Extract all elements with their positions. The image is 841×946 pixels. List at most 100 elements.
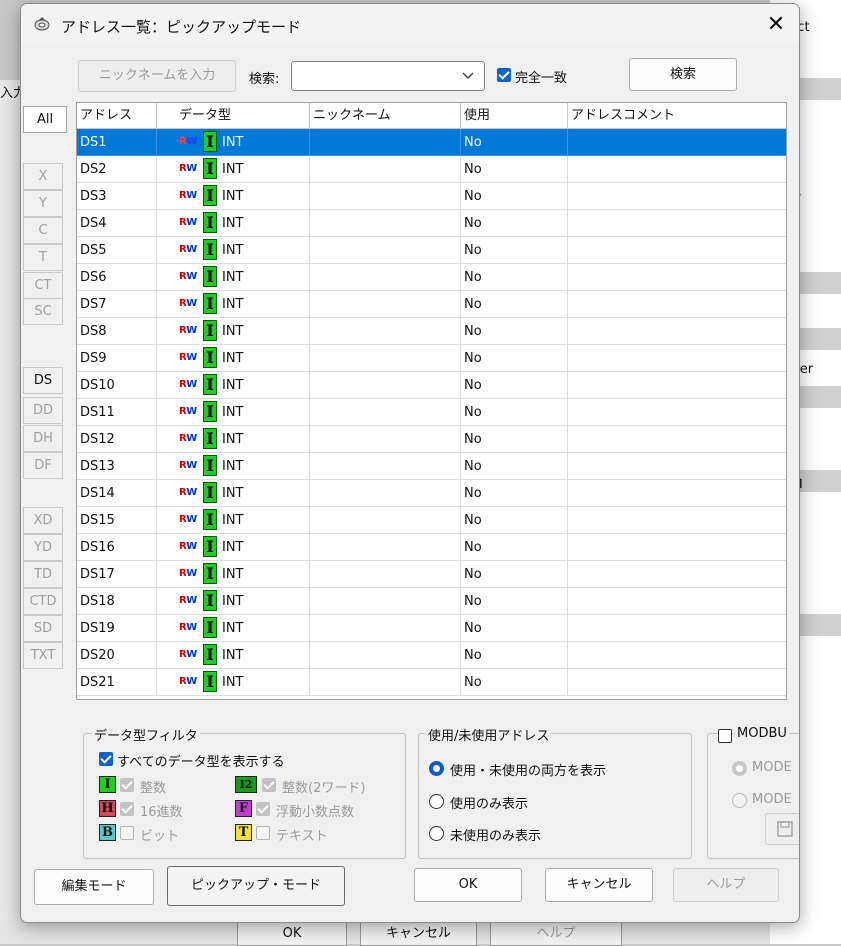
modbus-checkbox[interactable]: [718, 729, 732, 743]
enter-nickname-button[interactable]: ニックネームを入力: [78, 60, 236, 92]
table-row[interactable]: DS20 RW I INT No: [77, 642, 786, 669]
access-badge: RW: [179, 487, 197, 498]
tab-df[interactable]: DF: [23, 452, 63, 479]
cancel-button[interactable]: キャンセル: [545, 868, 653, 902]
type-filter-checkbox[interactable]: [120, 778, 134, 792]
search-combobox[interactable]: [291, 61, 485, 91]
tab-td[interactable]: TD: [23, 561, 63, 588]
chevron-down-icon[interactable]: [462, 72, 474, 80]
show-all-types-checkbox[interactable]: [99, 752, 113, 766]
int-type-icon: I: [203, 401, 217, 422]
table-row[interactable]: DS5 RW I INT No: [77, 237, 786, 264]
table-row[interactable]: DS17 RW I INT No: [77, 561, 786, 588]
modbus-save-button[interactable]: [765, 813, 799, 845]
column-header-comment[interactable]: アドレスコメント: [568, 103, 786, 129]
cell-type-text: INT: [222, 567, 244, 582]
tab-ds[interactable]: DS: [23, 367, 63, 394]
background-cancel-button[interactable]: キャンセル: [360, 922, 477, 946]
help-button[interactable]: ヘルプ: [673, 868, 779, 902]
cell-address: DS15: [77, 507, 157, 534]
cell-type-text: INT: [222, 513, 244, 528]
tab-all[interactable]: All: [23, 106, 67, 133]
cell-address: DS16: [77, 534, 157, 561]
table-row[interactable]: DS4 RW I INT No: [77, 210, 786, 237]
access-write: W: [186, 325, 197, 336]
table-row[interactable]: DS2 RW I INT No: [77, 156, 786, 183]
int-type-icon: I: [203, 644, 217, 665]
tab-dd[interactable]: DD: [23, 397, 63, 424]
table-row[interactable]: DS6 RW I INT No: [77, 264, 786, 291]
tab-sc[interactable]: SC: [23, 298, 63, 325]
column-header-address[interactable]: アドレス: [77, 103, 157, 129]
tab-ct[interactable]: CT: [23, 272, 63, 299]
tab-txt[interactable]: TXT: [23, 642, 63, 669]
close-icon[interactable]: ✕: [761, 12, 791, 38]
cell-used: No: [461, 399, 568, 426]
tab-x[interactable]: X: [23, 163, 63, 190]
radio-show-used[interactable]: [429, 794, 444, 809]
column-header-data-type[interactable]: データ型: [157, 103, 310, 129]
cell-used: No: [461, 318, 568, 345]
tab-yd[interactable]: YD: [23, 534, 63, 561]
cell-comment: [568, 426, 786, 453]
table-row[interactable]: DS9 RW I INT No: [77, 345, 786, 372]
tab-dh[interactable]: DH: [23, 425, 63, 452]
cell-used: No: [461, 669, 568, 696]
background-ok-button[interactable]: OK: [237, 922, 347, 946]
table-row[interactable]: DS10 RW I INT No: [77, 372, 786, 399]
tab-t[interactable]: T: [23, 244, 63, 271]
edit-mode-button[interactable]: 編集モード: [34, 869, 154, 905]
type-filter-checkbox[interactable]: [120, 802, 134, 816]
cell-comment: [568, 291, 786, 318]
tab-ctd[interactable]: CTD: [23, 588, 63, 615]
table-row[interactable]: DS14 RW I INT No: [77, 480, 786, 507]
table-row[interactable]: DS19 RW I INT No: [77, 615, 786, 642]
modbus-radio-1[interactable]: [732, 761, 747, 776]
table-row[interactable]: DS13 RW I INT No: [77, 453, 786, 480]
cell-used: No: [461, 507, 568, 534]
modbus-radio-2[interactable]: [732, 793, 747, 808]
tab-y[interactable]: Y: [23, 190, 63, 217]
type-filter-label: テキスト: [276, 829, 328, 844]
table-row[interactable]: DS21 RW I INT No: [77, 669, 786, 696]
table-row[interactable]: DS8 RW I INT No: [77, 318, 786, 345]
column-header-used[interactable]: 使用: [461, 103, 568, 129]
table-row[interactable]: DS16 RW I INT No: [77, 534, 786, 561]
tab-sd[interactable]: SD: [23, 615, 63, 642]
tab-xd[interactable]: XD: [23, 507, 63, 534]
type-filter-checkbox[interactable]: [256, 826, 270, 840]
access-write: W: [186, 217, 197, 228]
cell-type-text: INT: [222, 351, 244, 366]
cell-used: No: [461, 129, 568, 156]
table-row[interactable]: DS7 RW I INT No: [77, 291, 786, 318]
type-filter-checkbox[interactable]: [256, 802, 270, 816]
cell-address: DS18: [77, 588, 157, 615]
int-type-icon: I: [203, 509, 217, 530]
cell-comment: [568, 129, 786, 156]
table-row[interactable]: DS3 RW I INT No: [77, 183, 786, 210]
tab-c[interactable]: C: [23, 217, 63, 244]
column-header-nickname[interactable]: ニックネーム: [310, 103, 461, 129]
ok-button[interactable]: OK: [414, 868, 522, 902]
access-write: W: [186, 379, 197, 390]
type-filter-label: 16進数: [140, 805, 183, 820]
exact-match-checkbox[interactable]: [497, 68, 511, 82]
table-row[interactable]: DS15 RW I INT No: [77, 507, 786, 534]
int-type-icon: I: [203, 536, 217, 557]
access-badge: RW: [179, 460, 197, 471]
table-row[interactable]: DS12 RW I INT No: [77, 426, 786, 453]
table-row[interactable]: DS1 RW I INT No: [77, 129, 786, 156]
search-button[interactable]: 検索: [629, 58, 737, 91]
type-filter-label: 整数(2ワード): [282, 781, 366, 796]
pickup-mode-button[interactable]: ピックアップ・モード: [167, 866, 345, 906]
cell-used: No: [461, 615, 568, 642]
radio-show-both[interactable]: [429, 761, 444, 776]
radio-show-unused[interactable]: [429, 826, 444, 841]
type-filter-checkbox[interactable]: [120, 826, 134, 840]
int-type-icon: I: [203, 671, 217, 692]
background-help-button[interactable]: ヘルプ: [490, 922, 622, 946]
cell-address: DS6: [77, 264, 157, 291]
table-row[interactable]: DS11 RW I INT No: [77, 399, 786, 426]
table-row[interactable]: DS18 RW I INT No: [77, 588, 786, 615]
type-filter-checkbox[interactable]: [262, 778, 276, 792]
